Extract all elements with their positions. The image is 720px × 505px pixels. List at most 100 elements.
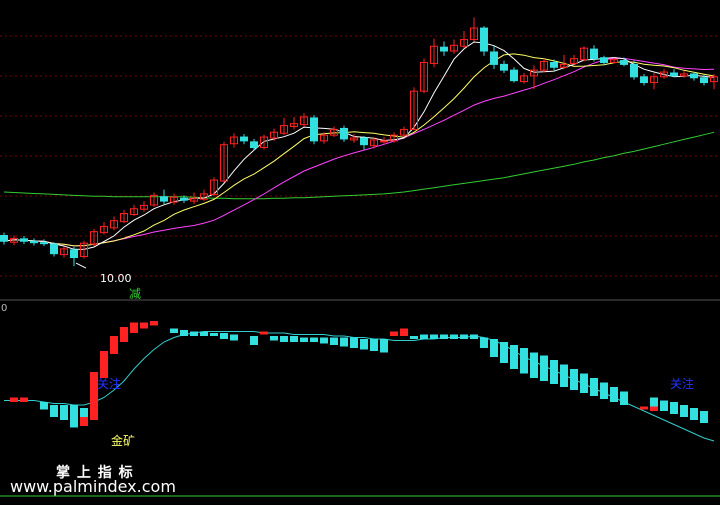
indicator-bar-down xyxy=(530,352,538,378)
indicator-bar-down xyxy=(430,334,438,339)
indicator-bar-down xyxy=(540,355,548,381)
indicator-bar-down xyxy=(220,333,228,339)
indicator-bar-down xyxy=(580,373,588,393)
indicator-bar-down xyxy=(700,411,708,423)
indicator-bar-up xyxy=(110,336,118,354)
ma60-line xyxy=(3,131,715,200)
candle-body xyxy=(0,235,8,242)
indicator-bar-up xyxy=(100,351,108,378)
low-price-pointer xyxy=(75,262,87,269)
candle-body xyxy=(40,242,48,245)
indicator-bar-down xyxy=(250,336,258,345)
indicator-bar-down xyxy=(690,408,698,420)
signal-label: 减 xyxy=(129,287,142,301)
indicator-bar-down xyxy=(620,391,628,405)
indicator-bar-down xyxy=(200,331,208,336)
indicator-bar-down xyxy=(230,334,238,341)
indicator-bar-down xyxy=(370,339,378,351)
candle-body xyxy=(310,117,318,142)
candle-body xyxy=(20,238,28,242)
indicator-bar-down xyxy=(660,400,668,411)
ma10-line xyxy=(3,53,715,247)
candle-body xyxy=(360,137,368,146)
candle-body xyxy=(490,51,498,65)
indicator-bar-up xyxy=(260,331,268,335)
candle-body xyxy=(180,197,188,201)
focus-label-right: 关注 xyxy=(670,377,695,391)
candle-body xyxy=(550,61,558,68)
indicator-bar-down xyxy=(410,336,418,339)
indicator-bar-down xyxy=(680,405,688,417)
indicator-bar-down xyxy=(70,405,78,428)
indicator-bar-up xyxy=(150,321,158,326)
indicator-bar-down xyxy=(450,334,458,339)
indicator-bar-down xyxy=(280,336,288,342)
indicator-bar-down xyxy=(350,337,358,348)
ma5-line xyxy=(3,41,715,250)
candle-body xyxy=(590,48,598,60)
candle-body xyxy=(640,76,648,84)
indicator-bar-down xyxy=(500,342,508,363)
watermark-url: www.palmindex.com xyxy=(10,477,176,496)
candle-body xyxy=(70,249,78,258)
indicator-bar-down xyxy=(340,337,348,347)
axis-zero-marker: 0 xyxy=(1,303,8,314)
indicator-bar-down xyxy=(60,405,68,420)
indicator-bar-down xyxy=(600,382,608,399)
indicator-bar-down xyxy=(650,397,658,408)
gold-mine-label: 金矿 xyxy=(111,434,136,448)
indicator-bar-down xyxy=(360,339,368,350)
indicator-bar-down xyxy=(40,402,48,410)
candle-body xyxy=(50,243,58,255)
candle-body xyxy=(250,141,258,149)
indicator-bar-down xyxy=(50,405,58,417)
indicator-bar-down xyxy=(480,337,488,348)
candle-body xyxy=(340,127,348,140)
indicator-bar-down xyxy=(490,339,498,357)
candle-body xyxy=(600,57,608,63)
indicator-bar-down xyxy=(570,369,578,390)
candle-body xyxy=(620,60,628,65)
indicator-bar-up xyxy=(130,322,138,333)
indicator-bar-down xyxy=(510,345,518,369)
candle-body xyxy=(480,27,488,52)
indicator-bar-down xyxy=(210,333,218,336)
indicator-bar-up xyxy=(640,406,648,410)
indicator-bar-down xyxy=(270,336,278,341)
stock-chart: 0 10.00 减 关注 关注 金矿 掌 上 指 标 www.palmindex… xyxy=(0,0,720,505)
indicator-bar-up xyxy=(140,322,148,329)
candle-body xyxy=(160,196,168,202)
candle-body xyxy=(500,63,508,71)
indicator-bar-up xyxy=(120,327,128,342)
indicator-bar-down xyxy=(670,402,678,414)
indicator-bar-down xyxy=(330,337,338,345)
indicator-bar-down xyxy=(290,336,298,342)
candle-body xyxy=(510,69,518,82)
indicator-bar-up xyxy=(80,417,88,426)
indicator-bar-up xyxy=(20,397,28,402)
focus-label-left: 关注 xyxy=(97,377,122,391)
candle-body xyxy=(240,136,248,142)
indicator-bar-up xyxy=(390,331,398,336)
indicator-bar-down xyxy=(320,337,328,344)
chart-canvas xyxy=(0,17,720,497)
indicator-bar-up xyxy=(10,397,18,402)
indicator-bar-down xyxy=(190,331,198,336)
indicator-bar-down xyxy=(610,387,618,402)
indicator-bar-down xyxy=(170,328,178,333)
candle-body xyxy=(670,72,678,77)
indicator-bar-down xyxy=(590,378,598,396)
indicator-bar-down xyxy=(310,337,318,342)
indicator-bar-down xyxy=(520,348,528,374)
candle-body xyxy=(380,140,388,143)
indicator-bar-down xyxy=(550,360,558,384)
indicator-bar-down xyxy=(300,337,308,342)
ma20-line xyxy=(3,57,715,247)
indicator-bar-down xyxy=(460,334,468,339)
indicator-bar-down xyxy=(420,334,428,339)
candle-body xyxy=(630,63,638,78)
low-price-label: 10.00 xyxy=(100,272,132,285)
candle-body xyxy=(690,73,698,79)
candle-body xyxy=(30,240,38,244)
indicator-bar-down xyxy=(470,334,478,339)
